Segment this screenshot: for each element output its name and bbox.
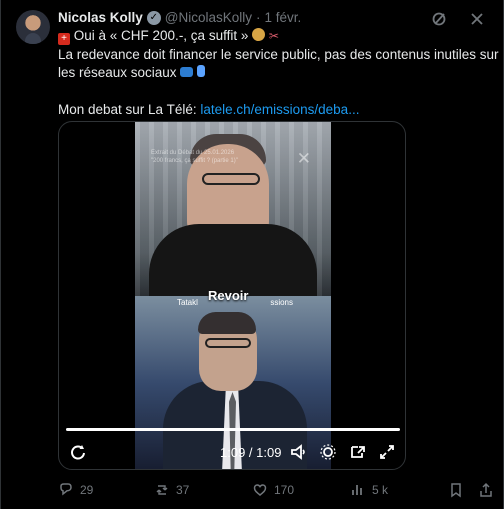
post-line-1-text: Oui à « CHF 200.-, ça suffit » xyxy=(73,28,249,43)
author-handle[interactable]: @NicolasKolly xyxy=(165,10,252,25)
speaker-bottom-glasses xyxy=(205,338,251,348)
debate-prefix: Mon debat sur La Télé: xyxy=(58,101,197,117)
header-separator: · xyxy=(256,10,261,25)
post-date[interactable]: 1 févr. xyxy=(265,10,302,25)
repost-icon xyxy=(154,482,170,498)
volume-icon[interactable] xyxy=(290,443,308,461)
channel-logo-icon: ✕ xyxy=(296,149,311,168)
like-button[interactable]: 170 xyxy=(252,482,294,498)
share-button[interactable] xyxy=(478,482,494,498)
verified-badge: ✓ xyxy=(146,10,161,25)
bookmark-button[interactable] xyxy=(448,482,464,498)
mobile-phone-icon xyxy=(197,65,206,77)
video-player[interactable]: Extrait du Débat du 25.01.2026 "200 franc… xyxy=(58,121,406,470)
post-line-3: les réseaux sociaux xyxy=(58,64,488,83)
views-icon xyxy=(350,482,366,498)
reply-button[interactable]: 29 xyxy=(58,482,93,498)
speaker-top-glasses xyxy=(202,173,260,185)
avatar[interactable] xyxy=(16,10,50,44)
replay-icon[interactable] xyxy=(69,443,87,461)
television-icon xyxy=(180,67,194,77)
replay-label[interactable]: Revoir xyxy=(208,288,248,303)
video-caption-right: ssions xyxy=(270,298,293,307)
bookmark-icon xyxy=(448,482,464,498)
grok-icon[interactable] xyxy=(431,11,447,27)
reply-count: 29 xyxy=(80,483,94,497)
post-header: Nicolas Kolly ✓ @NicolasKolly · 1 févr. xyxy=(58,10,301,25)
like-count: 170 xyxy=(274,483,295,497)
settings-icon[interactable] xyxy=(319,443,337,461)
share-icon xyxy=(478,482,494,498)
video-caption-left: Tatakl xyxy=(177,298,198,307)
post-header-actions xyxy=(431,11,485,27)
fullscreen-icon[interactable] xyxy=(378,443,396,461)
swiss-flag-icon: + xyxy=(58,33,70,45)
tweet-card[interactable]: Nicolas Kolly ✓ @NicolasKolly · 1 févr. … xyxy=(0,0,504,509)
debate-link[interactable]: latele.ch/emissions/deba... xyxy=(200,102,359,117)
post-actions: 29 37 170 5 k xyxy=(58,482,496,500)
video-progress-bar[interactable] xyxy=(66,428,400,431)
heart-icon xyxy=(252,482,268,498)
author-name[interactable]: Nicolas Kolly xyxy=(58,10,143,25)
repost-count: 37 xyxy=(176,483,190,497)
post-line-1: + Oui à « CHF 200.-, ça suffit » ✂ xyxy=(58,27,488,46)
video-controls: 1:09 / 1:09 xyxy=(69,443,398,465)
repost-button[interactable]: 37 xyxy=(154,482,189,498)
views-button[interactable]: 5 k xyxy=(350,482,388,498)
view-count: 5 k xyxy=(372,483,389,497)
money-bag-icon xyxy=(252,28,266,41)
scissors-icon: ✂ xyxy=(268,29,279,43)
video-overlay-text: Extrait du Débat du 25.01.2026 "200 franc… xyxy=(151,150,238,164)
post-spacer xyxy=(58,83,488,101)
reply-icon xyxy=(58,482,74,498)
post-line-3-text: les réseaux sociaux xyxy=(58,65,177,80)
more-icon[interactable] xyxy=(469,11,485,27)
post-text: + Oui à « CHF 200.-, ça suffit » ✂ La re… xyxy=(58,27,499,120)
speaker-bottom-hair xyxy=(198,312,256,334)
post-line-2: La redevance doit financer le service pu… xyxy=(58,46,499,62)
picture-in-picture-icon[interactable] xyxy=(349,443,367,461)
video-time: 1:09 / 1:09 xyxy=(220,445,282,460)
debate-line: Mon debat sur La Télé: latele.ch/emissio… xyxy=(58,101,488,120)
